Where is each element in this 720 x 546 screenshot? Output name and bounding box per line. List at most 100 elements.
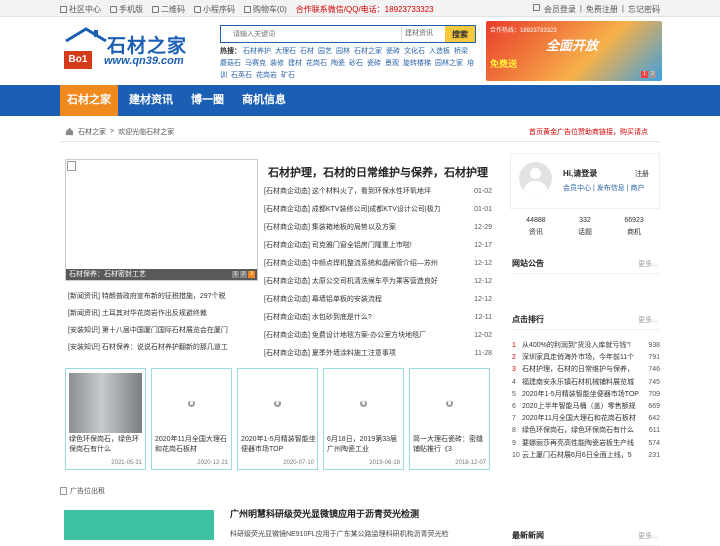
miniprogram-link[interactable]: 小程序码 bbox=[194, 4, 235, 15]
search-scope-select[interactable]: 建材资讯 bbox=[401, 26, 445, 42]
news-row[interactable]: [石材商企动态] 太原公交司机清洗候车亭为乘客营造良好 12-12 bbox=[264, 273, 492, 291]
hot-word-link[interactable]: 文化石 bbox=[404, 48, 425, 55]
rank-row[interactable]: 9 要娜丽莎再亮高性能陶瓷岩板生产线 574 bbox=[512, 438, 660, 450]
notice-more-link[interactable]: 更多... bbox=[638, 259, 658, 269]
hot-word-link[interactable]: 旋转楼梯 bbox=[403, 60, 431, 67]
qrcode-link[interactable]: 二维码 bbox=[152, 4, 185, 15]
news-title[interactable]: [石材商企动态] 司克雅门窗全铝房门隆重上市啦! bbox=[264, 237, 464, 255]
card-title[interactable]: 简一大理石瓷砖：密缝铺贴推行《3 bbox=[413, 435, 489, 455]
merchant-link[interactable]: 商户 bbox=[630, 185, 644, 192]
news-title[interactable]: [石材商企动态] 这个材料火了，看到环保水性环氧地坪 bbox=[264, 183, 464, 201]
card-title[interactable]: 2020年1-5月精装智能坐便器市场TOP bbox=[241, 435, 317, 455]
product-card[interactable]: 简一大理石瓷砖：密缝铺贴推行《3 2018-12-07 bbox=[409, 368, 490, 470]
rank-title[interactable]: 2020上半年智能马桶（盖）零售额规 bbox=[522, 401, 642, 413]
product-card[interactable]: 6月18日，2019第33届广州陶瓷工业 2019-06-18 bbox=[323, 368, 404, 470]
stat-topics[interactable]: 332 话题 bbox=[578, 215, 592, 245]
hot-word-link[interactable]: 园艺 bbox=[318, 48, 332, 55]
rank-row[interactable]: 1 从400%的利润到"货没入库就亏钱"! 938 bbox=[512, 340, 660, 352]
rank-row[interactable]: 10 云上厦门石材展6月6日全面上线，5 231 bbox=[512, 450, 660, 462]
news-title[interactable]: [石材商企动态] 中频点焊机整流系统和晶闸管介绍—苏州 bbox=[264, 255, 464, 273]
sidebar-register-link[interactable]: 注册 bbox=[635, 169, 649, 179]
ad-page-1[interactable]: 1 bbox=[641, 71, 648, 78]
story-title[interactable]: 广州明慧科研级荧光显微镜应用于沥青荧光检测 bbox=[230, 507, 492, 520]
mobile-link[interactable]: 手机版 bbox=[110, 4, 143, 15]
hot-word-link[interactable]: 花岗石 bbox=[306, 60, 327, 67]
card-title[interactable]: 2020年11月全国大理石和花岗石板材 bbox=[155, 435, 231, 455]
ad-page-2[interactable]: 2 bbox=[649, 71, 656, 78]
news-left-row[interactable]: [安装知识] 石材保养：说说石材养护翻新的那几道工 bbox=[68, 339, 258, 356]
news-left-row[interactable]: [新闻资讯] 土耳其对华花岗岩作出反规避终裁 bbox=[68, 305, 258, 322]
rank-title[interactable]: 石材护理，石材的日常维护与保养， bbox=[522, 364, 642, 376]
hot-word-link[interactable]: 景观 bbox=[385, 60, 399, 67]
news-title[interactable]: [石材商企动态] 成都KTV装修公司|成都KTV设计公司|极力 bbox=[264, 201, 464, 219]
news-title[interactable]: [石材商企动态] 夏季外墙涂料施工注意事项 bbox=[264, 345, 464, 363]
rank-row[interactable]: 6 2020上半年智能马桶（盖）零售额规 669 bbox=[512, 401, 660, 413]
news-title[interactable]: [石材商企动态] 幕墙铝单板的安装流程 bbox=[264, 291, 464, 309]
news-left-row[interactable]: [新闻资讯] 特朗普政府宣布新的征税措施，297个税 bbox=[68, 288, 258, 305]
rank-title[interactable]: 2020年1-5月精装智能坐便器市场TOP bbox=[522, 389, 642, 401]
site-logo[interactable]: 石材之家 Bo1 www.qn39.com bbox=[62, 25, 212, 75]
rank-row[interactable]: 3 石材护理，石材的日常维护与保养， 746 bbox=[512, 364, 660, 376]
hot-word-link[interactable]: 马赛克 bbox=[245, 60, 266, 67]
rank-title[interactable]: 要娜丽莎再亮高性能陶瓷岩板生产线 bbox=[522, 438, 642, 450]
hot-word-link[interactable]: 陶瓷 bbox=[331, 60, 345, 67]
community-link[interactable]: 社区中心 bbox=[60, 4, 101, 15]
news-row[interactable]: [石材商企动态] 成都KTV装修公司|成都KTV设计公司|极力 01-01 bbox=[264, 201, 492, 219]
login-link[interactable]: 会员登录 bbox=[544, 4, 576, 15]
news-row[interactable]: [石材商企动态] 幕墙铝单板的安装流程 12-12 bbox=[264, 291, 492, 309]
cart-link[interactable]: 购物车(0) bbox=[244, 4, 287, 15]
hot-word-link[interactable]: 石材养护 bbox=[243, 48, 271, 55]
nav-item-home[interactable]: 石材之家 bbox=[60, 85, 118, 116]
hot-word-link[interactable]: 瓷砖 bbox=[367, 60, 381, 67]
nav-item-circle[interactable]: 博一圈 bbox=[184, 85, 231, 116]
slider-page-1[interactable]: 1 bbox=[232, 271, 239, 278]
hot-word-link[interactable]: 花岗岩 bbox=[256, 72, 277, 79]
hot-word-link[interactable]: 建材 bbox=[288, 60, 302, 67]
nav-item-news[interactable]: 建材资讯 bbox=[122, 85, 180, 116]
news-row[interactable]: [石材商企动态] 免费设计地毯方案-办公室方块地毯厂 12-02 bbox=[264, 327, 492, 345]
hot-word-link[interactable]: 砂石 bbox=[349, 60, 363, 67]
rank-title[interactable]: 从400%的利润到"货没入库就亏钱"! bbox=[522, 340, 642, 352]
rank-title[interactable]: 云上厦门石材展6月6日全面上线，5 bbox=[522, 450, 642, 462]
rank-title[interactable]: 福建南安永乐镇石材机械铺料展览城 bbox=[522, 377, 642, 389]
hot-word-link[interactable]: 瓷砖 bbox=[386, 48, 400, 55]
news-title[interactable]: [石材商企动态] 太原公交司机清洗候车亭为乘客营造良好 bbox=[264, 273, 464, 291]
rank-title[interactable]: 2020年11月全国大理石和花岗石板材 bbox=[522, 413, 642, 425]
header-ad-banner[interactable]: 合作热线：18923733323 全面开放 免费送 12 bbox=[486, 21, 662, 81]
hot-word-link[interactable]: 石英石 bbox=[231, 72, 252, 79]
card-title[interactable]: 绿色环保岗石，绿色环保岗石有什么 bbox=[69, 435, 145, 455]
post-info-link[interactable]: 发布信息 bbox=[597, 185, 625, 192]
hot-word-link[interactable]: 园林 bbox=[336, 48, 350, 55]
stat-news[interactable]: 44888 资讯 bbox=[526, 215, 545, 245]
story-image[interactable] bbox=[64, 510, 214, 540]
member-center-link[interactable]: 会员中心 bbox=[563, 185, 591, 192]
rank-row[interactable]: 8 绿色环保岗石，绿色环保岗石有什么 611 bbox=[512, 425, 660, 437]
rank-title[interactable]: 绿色环保岗石，绿色环保岗石有什么 bbox=[522, 425, 642, 437]
forgot-password-link[interactable]: 忘记密码 bbox=[628, 4, 660, 15]
card-title[interactable]: 6月18日，2019第33届广州陶瓷工业 bbox=[327, 435, 403, 455]
nav-item-business[interactable]: 商机信息 bbox=[235, 85, 293, 116]
hot-word-link[interactable]: 矿石 bbox=[281, 72, 295, 79]
search-input[interactable] bbox=[221, 26, 401, 42]
hot-word-link[interactable]: 入造板 bbox=[429, 48, 450, 55]
sponsor-notice[interactable]: 首页黄金广告位赞助商链接，购买请点 bbox=[529, 127, 648, 137]
rank-title[interactable]: 深圳家具走俏海外市场，今年前11个 bbox=[522, 352, 642, 364]
banner-slot[interactable]: 广告位出租 bbox=[60, 486, 105, 496]
slider-page-2[interactable]: 2 bbox=[240, 271, 247, 278]
image-slider[interactable]: 石材保养：石材密封工艺 1 2 3 bbox=[65, 159, 258, 281]
news-row[interactable]: [石材商企动态] 司克雅门窗全铝房门隆重上市啦! 12-17 bbox=[264, 237, 492, 255]
news-row[interactable]: [石材商企动态] 水包砂到底是什么? 12-11 bbox=[264, 309, 492, 327]
news-row[interactable]: [石材商企动态] 夏季外墙涂料施工注意事项 11-28 bbox=[264, 345, 492, 363]
product-card[interactable]: 2020年1-5月精装智能坐便器市场TOP 2020-07-10 bbox=[237, 368, 318, 470]
rank-row[interactable]: 2 深圳家具走俏海外市场，今年前11个 791 bbox=[512, 352, 660, 364]
rank-more-link[interactable]: 更多... bbox=[638, 315, 658, 325]
rank-row[interactable]: 7 2020年11月全国大理石和花岗石板材 642 bbox=[512, 413, 660, 425]
hot-word-link[interactable]: 蘑菇石 bbox=[220, 60, 241, 67]
rank-row[interactable]: 5 2020年1-5月精装智能坐便器市场TOP 709 bbox=[512, 389, 660, 401]
search-button[interactable]: 搜索 bbox=[445, 26, 475, 42]
hot-word-link[interactable]: 桥梁 bbox=[454, 48, 468, 55]
hot-word-link[interactable]: 石材 bbox=[300, 48, 314, 55]
stat-business[interactable]: 66923 商机 bbox=[624, 215, 643, 245]
news-title[interactable]: [石材商企动态] 集装箱地板的局势以及方案 bbox=[264, 219, 464, 237]
news-title[interactable]: [石材商企动态] 水包砂到底是什么? bbox=[264, 309, 464, 327]
